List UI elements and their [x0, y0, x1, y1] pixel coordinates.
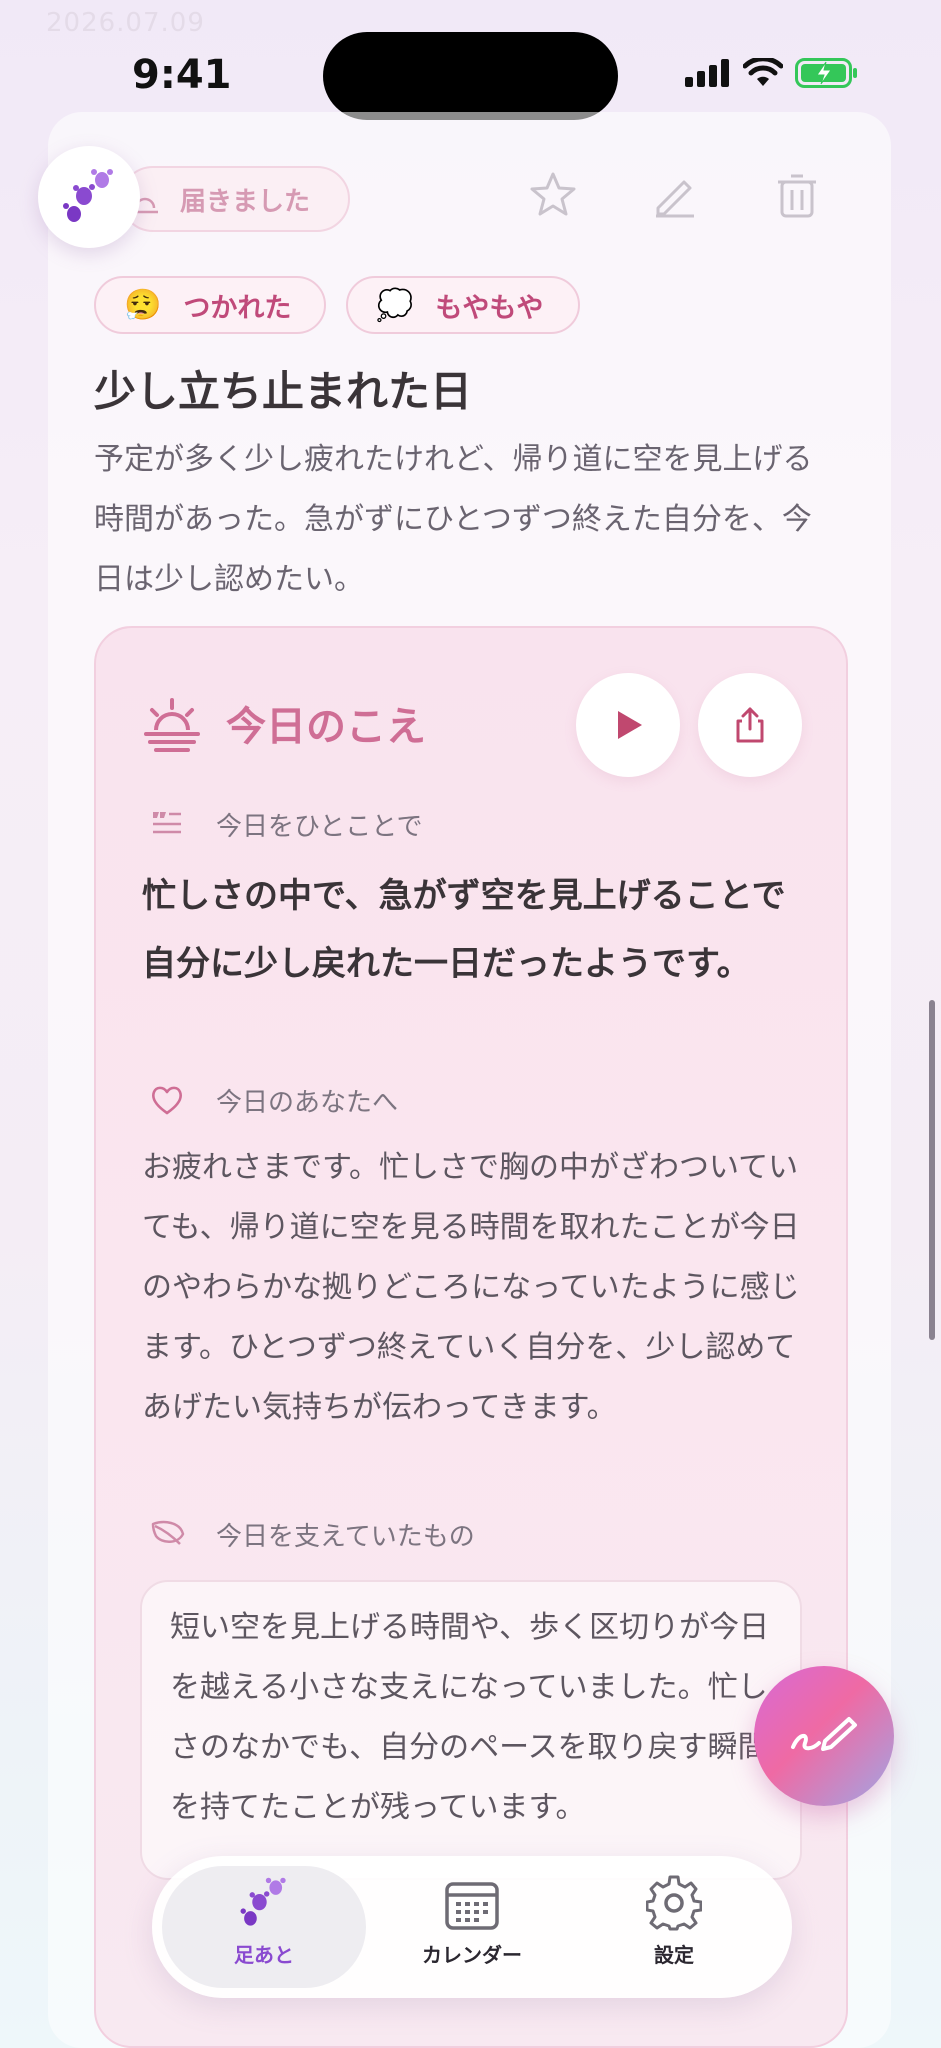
status-bar: 9:41 — [0, 0, 941, 130]
mood-chip-gloomy: 💭 もやもや — [346, 276, 580, 334]
play-button[interactable] — [576, 673, 680, 777]
status-icons — [685, 58, 859, 88]
summary-label: 今日をひとことで — [216, 812, 423, 842]
tab-label: 足あと — [234, 1943, 294, 1967]
delivered-badge: 届きました — [120, 166, 350, 232]
battery-charging-icon — [795, 58, 857, 88]
dynamic-island — [323, 32, 618, 120]
summary-text: 忙しさの中で、急がず空を見上げることで自分に少し戻れた一日だったようです。 — [142, 876, 786, 984]
footprints-icon — [240, 1877, 286, 1926]
mood-emoji: 😮‍💨 — [124, 287, 162, 323]
mood-label: つかれた — [183, 292, 292, 324]
entry-title: 少し立ち止まれた日 — [94, 367, 473, 416]
mood-label: もやもや — [435, 292, 544, 324]
edit-pencil-icon[interactable] — [650, 170, 700, 220]
share-icon — [736, 707, 764, 743]
footprints-logo-icon — [63, 169, 113, 222]
tab-label: カレンダー — [422, 1943, 522, 1967]
compose-button[interactable] — [754, 1666, 894, 1806]
star-icon[interactable] — [528, 170, 578, 220]
trash-icon[interactable] — [772, 170, 822, 220]
wifi-icon — [743, 58, 783, 86]
play-icon — [618, 711, 642, 739]
quote-icon — [153, 812, 181, 834]
share-button[interactable] — [698, 673, 802, 777]
tab-settings[interactable]: 設定 — [572, 1866, 776, 1988]
delivered-label: 届きました — [180, 186, 311, 217]
tab-label: 設定 — [654, 1943, 694, 1967]
leaf-icon — [151, 1520, 185, 1545]
tab-calendar[interactable]: カレンダー — [370, 1866, 574, 1988]
app-logo[interactable] — [38, 146, 140, 248]
mood-emoji: 💭 — [376, 287, 414, 323]
cellular-signal-icon — [685, 59, 729, 87]
voice-title: 今日のこえ — [226, 704, 426, 750]
support-text: 短い空を見上げる時間や、歩く区切りが今日を越える小さな支えになっていました。忙し… — [170, 1610, 770, 1825]
scroll-indicator[interactable] — [929, 1000, 935, 1340]
entry-body: 予定が多く少し疲れたけれど、帰り道に空を見上げる時間があった。急がずにひとつずつ… — [94, 442, 813, 597]
tab-bar: 足あと カレンダー 設定 — [152, 1856, 792, 1998]
pen-squiggle-icon — [791, 1717, 857, 1751]
mood-chip-tired: 😮‍💨 つかれた — [94, 276, 326, 334]
support-label: 今日を支えていたもの — [216, 1522, 475, 1552]
calendar-icon — [445, 1882, 499, 1930]
gear-icon — [646, 1875, 702, 1931]
heart-icon — [152, 1086, 182, 1115]
sunrise-icon — [144, 698, 200, 752]
support-box: 短い空を見上げる時間や、歩く区切りが今日を越える小さな支えになっていました。忙し… — [140, 1580, 802, 1880]
tab-footprints[interactable]: 足あと — [162, 1866, 366, 1988]
message-label: 今日のあなたへ — [216, 1088, 399, 1118]
message-text: お疲れさまです。忙しさで胸の中がざわついていても、帰り道に空を見る時間を取れたこ… — [142, 1150, 800, 1425]
status-time: 9:41 — [132, 52, 232, 98]
